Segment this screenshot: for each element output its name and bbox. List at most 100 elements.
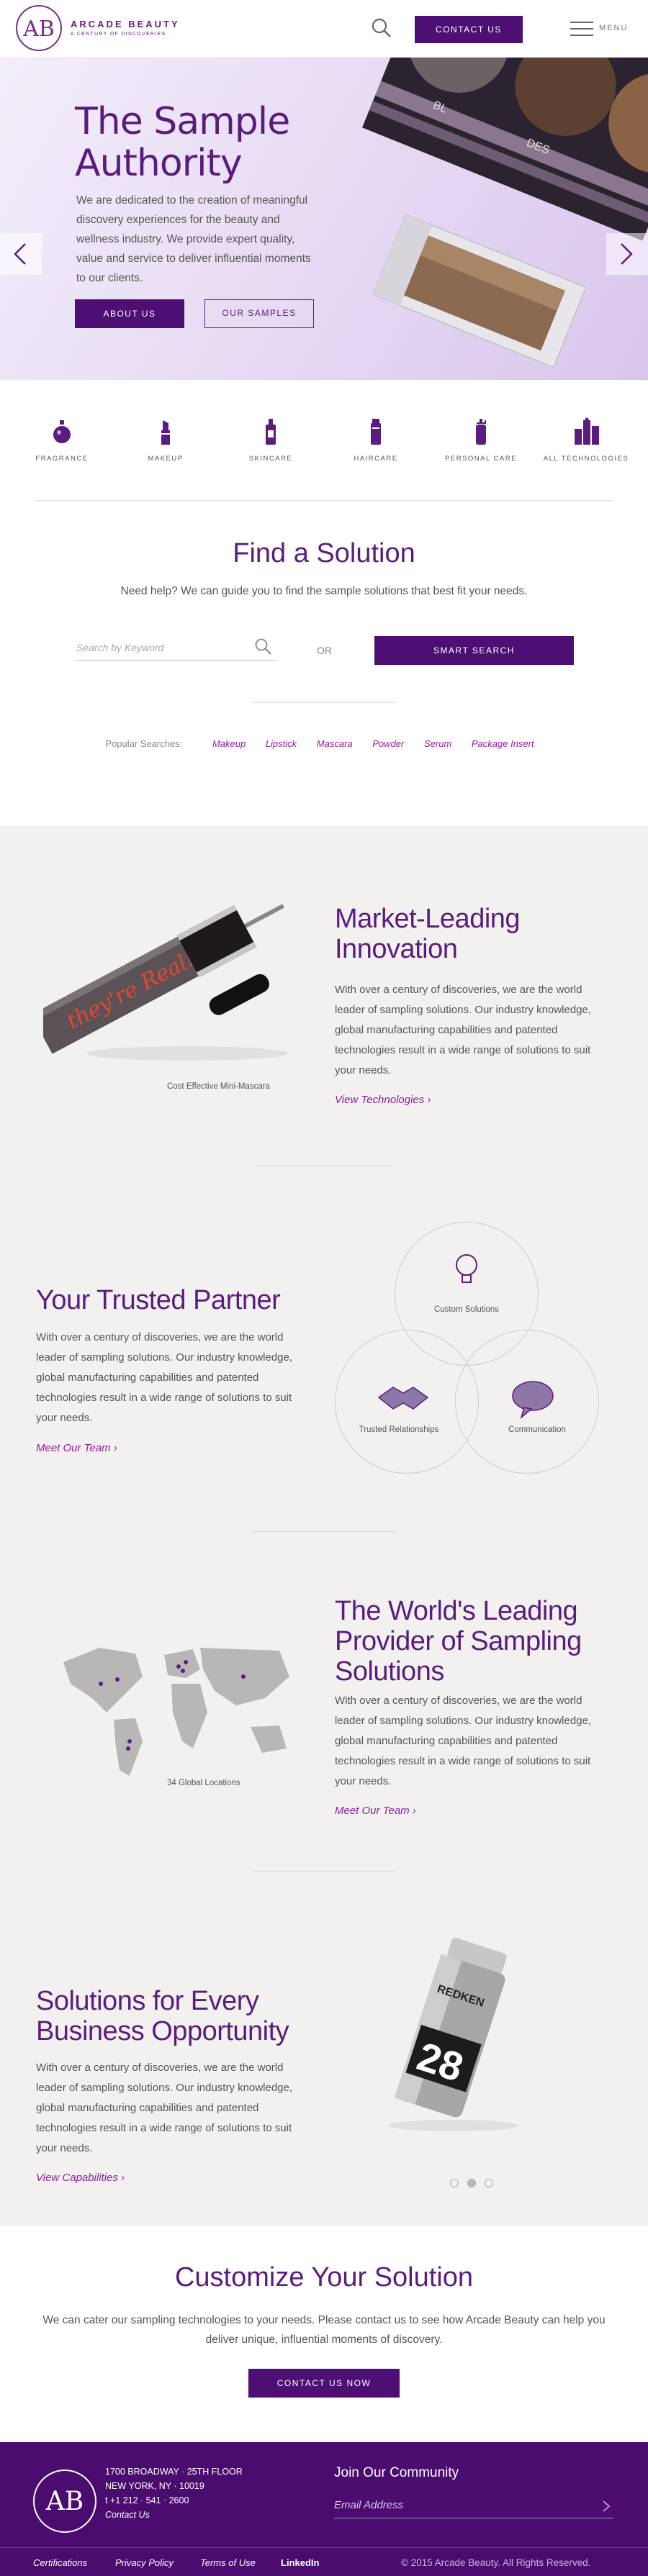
footer-logo[interactable]: AB [33,2470,96,2533]
short-divider [252,1871,396,1872]
short-divider [252,1531,396,1532]
global-text: With over a century of discoveries, we a… [335,1695,592,1787]
category-nav: FRAGRANCE MAKEUP SKINCARE HAIRCARE PERSO… [0,380,648,501]
address-line-2: NEW YORK, NY · 10019 [105,2481,204,2491]
popular-searches-label: Popular Searches: [105,738,183,749]
mascara-image: they're Real! [43,904,288,1061]
contact-us-now-button[interactable]: CONTACT US NOW [248,2369,400,2398]
category-skincare[interactable]: SKINCARE [228,417,314,463]
global-title: The World's Leading Provider of Sampling S… [335,1596,582,1687]
category-label: HAIRCARE [354,455,398,463]
hero-title: The Sample Authority [75,100,290,185]
find-solution-title: Find a Solution [233,538,415,568]
find-solution-section: Find a Solution Need help? We can guide … [0,501,648,826]
contact-us-button[interactable]: CONTACT US [415,16,523,43]
about-us-button[interactable]: ABOUT US [75,299,184,328]
smart-search-button[interactable]: SMART SEARCH [374,636,574,665]
fragrance-icon [53,420,71,443]
or-separator: OR [317,645,332,656]
phone-number: t +1 212 · 541 · 2600 [105,2495,189,2505]
terms-of-use-link[interactable]: Terms of Use [200,2557,256,2568]
footer-divider [0,2547,648,2548]
category-label: FRAGRANCE [35,455,89,463]
chevron-right-icon[interactable] [602,2500,611,2513]
haircare-icon [371,419,381,445]
copyright-text: © 2015 Arcade Beauty. All Rights Reserve… [401,2557,591,2568]
venn-label-communication: Communication [508,1425,566,1434]
spray-can-image: REDKEN 28 [389,1938,518,2131]
hero-description: We are dedicated to the creation of mean… [76,194,311,284]
carousel-next-arrow[interactable] [606,233,648,275]
popular-search-link[interactable]: Serum [424,738,451,749]
address-line-1: 1700 BROADWAY · 25TH FLOOR [105,2467,243,2477]
search-icon[interactable] [371,17,392,39]
category-all-technologies[interactable]: ALL TECHNOLOGIES [543,417,629,463]
category-label: SKINCARE [248,455,293,463]
popular-search-link[interactable]: Makeup [212,738,246,749]
popular-search-link[interactable]: Lipstick [266,738,297,749]
keyword-search-input[interactable] [76,635,276,661]
footer-contact-link[interactable]: Contact Us [105,2510,150,2520]
popular-search-link[interactable]: Package Insert [472,738,534,749]
site-footer: AB 1700 BROADWAY · 25TH FLOOR NEW YORK, … [0,2442,648,2576]
carousel-dot-1[interactable] [450,2179,459,2187]
carousel-prev-arrow[interactable] [0,233,42,275]
footer-logo-monogram: AB [45,2487,84,2516]
category-personal-care[interactable]: PERSONAL CARE [438,417,524,463]
view-technologies-link[interactable]: View Technologies › [335,1094,431,1106]
customize-title: Customize Your Solution [174,2262,474,2292]
search-icon[interactable] [254,638,273,656]
speech-bubble-icon [512,1381,554,1419]
partner-title: Your Trusted Partner [36,1285,281,1315]
personal-care-icon [476,419,486,445]
business-text: With over a century of discoveries, we a… [36,2062,293,2154]
category-haircare[interactable]: HAIRCARE [333,417,419,463]
category-label: ALL TECHNOLOGIES [543,455,629,463]
business-title: Solutions for Every Business Opportunity [36,1986,289,2046]
category-makeup[interactable]: MAKEUP [122,417,209,463]
eyeshadow-palette-image: BL DES [362,58,648,368]
linkedin-icon[interactable]: LinkedIn [281,2557,319,2568]
hero-banner: BL DES The Sample Authority We are dedic… [0,58,648,380]
world-map-image [63,1648,289,1776]
customize-text: We can cater our sampling technologies t… [42,2314,606,2346]
all-technologies-icon [575,417,599,445]
logo-mark[interactable]: AB [16,5,62,51]
our-samples-button[interactable]: OUR SAMPLES [204,299,314,328]
venn-label-custom: Custom Solutions [433,1305,500,1314]
innovation-title: Market-Leading Innovation [335,904,521,964]
mascara-caption: Cost Effective Mini-Mascara [167,1082,270,1091]
skincare-icon [266,419,276,445]
popular-search-link[interactable]: Powder [372,738,404,749]
privacy-policy-link[interactable]: Privacy Policy [115,2557,174,2568]
certifications-link[interactable]: Certifications [33,2557,87,2568]
category-label: PERSONAL CARE [445,455,517,463]
popular-searches: Popular Searches: Makeup Lipstick Mascar… [0,738,648,749]
hamburger-menu-icon[interactable] [570,22,593,36]
global-locations-caption: 34 Global Locations [167,1779,240,1787]
venn-label-relationships: Trusted Relationships [359,1425,439,1434]
handshake-icon [377,1387,429,1410]
logo-monogram: AB [23,17,55,42]
lipstick-icon [161,420,170,445]
chevron-right-icon [621,243,633,265]
brand-tagline: A CENTURY OF DISCOVERIES [71,32,166,37]
join-community-title: Join Our Community [334,2465,459,2480]
brand-name[interactable]: ARCADE BEAUTY [71,19,180,30]
category-label: MAKEUP [148,455,184,463]
meet-our-team-link[interactable]: Meet Our Team › [36,1442,117,1454]
carousel-dot-2[interactable] [467,2179,476,2187]
find-solution-subtitle: Need help? We can guide you to find the … [120,585,528,597]
lightbulb-icon [456,1254,477,1283]
site-header: AB ARCADE BEAUTY A CENTURY OF DISCOVERIE… [0,0,648,58]
customize-section: Customize Your Solution We can cater our… [0,2226,648,2442]
menu-label[interactable]: MENU [599,24,628,32]
short-divider [252,702,396,703]
partner-text: With over a century of discoveries, we a… [36,1331,293,1424]
category-fragrance[interactable]: FRAGRANCE [19,417,105,463]
email-field[interactable] [334,2493,613,2518]
meet-our-team-link-2[interactable]: Meet Our Team › [335,1805,416,1817]
popular-search-link[interactable]: Mascara [317,738,353,749]
carousel-dot-3[interactable] [485,2179,493,2187]
view-capabilities-link[interactable]: View Capabilities › [36,2172,125,2184]
